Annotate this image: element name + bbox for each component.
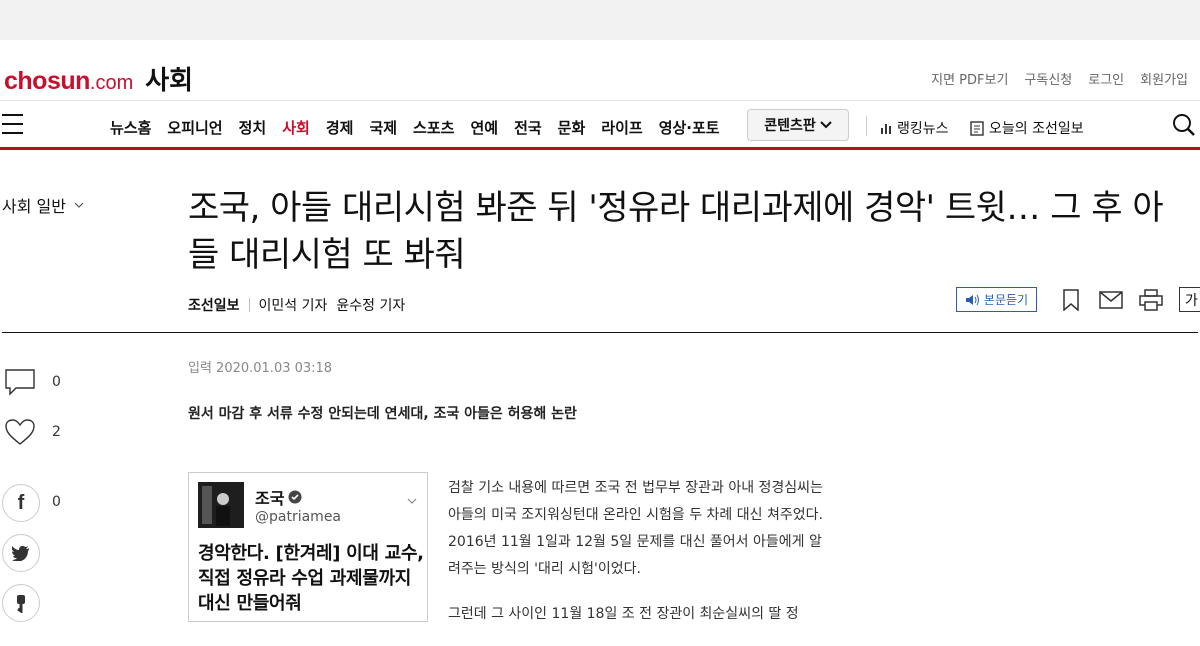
- menu-icon[interactable]: [2, 114, 23, 134]
- paper-name[interactable]: 조선일보: [188, 295, 240, 315]
- listen-button[interactable]: 본문듣기: [956, 287, 1037, 312]
- today-paper-link[interactable]: 오늘의 조선일보: [970, 118, 1084, 138]
- ranking-news-label: 랭킹뉴스: [897, 121, 949, 137]
- article-paragraph: 그런데 그 사이인 11월 18일 조 전 장관이 최순실씨의 딸 정: [448, 606, 799, 622]
- nav-item-politics[interactable]: 정치: [239, 117, 267, 138]
- email-button[interactable]: [1099, 288, 1123, 312]
- published-date: 입력 2020.01.03 03:18: [188, 361, 333, 376]
- speaker-icon: [965, 294, 979, 305]
- category-label: 사회 일반: [2, 197, 66, 216]
- tweet-avatar: [198, 482, 244, 528]
- site-logo[interactable]: chosun .com 사회: [4, 60, 193, 97]
- reporter-name[interactable]: 이민석 기자: [259, 295, 328, 315]
- nav-item-opinion[interactable]: 오피니언: [167, 117, 222, 138]
- util-link-pdf[interactable]: 지면 PDF보기: [931, 69, 1008, 88]
- util-link-login[interactable]: 로그인: [1088, 69, 1124, 88]
- ranking-news-link[interactable]: 랭킹뉴스: [880, 118, 949, 138]
- title-divider: [2, 332, 1198, 333]
- heart-icon: [5, 419, 35, 445]
- article-paragraph: 검찰 기소 내용에 따르면 조국 전 법무부 장관과 아내 정경심씨는 아들의 …: [448, 480, 823, 577]
- util-link-subscribe[interactable]: 구독신청: [1024, 69, 1072, 88]
- newspaper-icon: [970, 120, 984, 136]
- tweet-author: 조국: [255, 485, 302, 509]
- tweet-text: 경악한다. [한겨레] 이대 교수, 직접 정유라 수업 과제물까지 대신 만들…: [198, 543, 424, 614]
- mail-icon: [1099, 290, 1123, 309]
- nav-item-video-photo[interactable]: 영상·포토: [659, 117, 720, 138]
- like-count: 2: [52, 424, 61, 440]
- today-paper-label: 오늘의 조선일보: [989, 121, 1084, 137]
- utility-links: 지면 PDF보기 구독신청 로그인 회원가입: [931, 69, 1188, 88]
- content-board-button[interactable]: 콘텐츠판: [747, 109, 849, 141]
- nav-item-life[interactable]: 라이프: [601, 117, 642, 138]
- twitter-share-button[interactable]: [2, 534, 40, 572]
- tweet-handle: @patriamea: [255, 509, 342, 525]
- facebook-share-count: 0: [52, 494, 61, 510]
- search-button[interactable]: [1172, 113, 1196, 141]
- verified-icon: [288, 490, 302, 504]
- chevron-down-icon: [74, 202, 84, 208]
- like-button[interactable]: [4, 418, 36, 450]
- article-tools: 본문듣기 가: [956, 287, 1200, 312]
- tweet-author-name: 조국: [255, 489, 285, 508]
- top-gray-bar: [0, 0, 1200, 40]
- facebook-share-button[interactable]: f: [2, 484, 40, 522]
- chevron-down-icon: [407, 498, 417, 504]
- facebook-icon: f: [17, 491, 25, 514]
- print-button[interactable]: [1139, 288, 1163, 312]
- content-board-label: 콘텐츠판: [764, 118, 816, 134]
- logo-dotcom: .com: [89, 72, 134, 94]
- site-header: chosun .com 사회 지면 PDF보기 구독신청 로그인 회원가입: [0, 40, 1200, 100]
- nav-item-international[interactable]: 국제: [369, 117, 397, 138]
- bookmark-button[interactable]: [1059, 288, 1083, 312]
- nav-item-newshome[interactable]: 뉴스홈: [110, 117, 151, 138]
- nav-item-culture[interactable]: 문화: [558, 117, 586, 138]
- font-size-button[interactable]: 가: [1179, 287, 1200, 312]
- embedded-tweet[interactable]: 조국 @patriamea 경악한다. [한겨레] 이대 교수, 직접 정유라 …: [188, 472, 428, 622]
- article-subtitle: 원서 마감 후 서류 수정 안되는데 연세대, 조국 아들은 허용해 논란: [188, 406, 577, 422]
- nav-items: 뉴스홈 오피니언 정치 사회 경제 국제 스포츠 연예 전국 문화 라이프 영상…: [110, 117, 720, 138]
- article-body: 검찰 기소 내용에 따르면 조국 전 법무부 장관과 아내 정경심씨는 아들의 …: [448, 475, 833, 646]
- chevron-down-icon: [820, 121, 832, 129]
- nav-item-economy[interactable]: 경제: [326, 117, 354, 138]
- nav-item-national[interactable]: 전국: [514, 117, 542, 138]
- twitter-icon: [12, 545, 29, 561]
- comment-icon: [5, 369, 35, 396]
- bar-chart-icon: [881, 124, 891, 134]
- font-size-label: 가: [1185, 292, 1198, 309]
- util-link-signup[interactable]: 회원가입: [1140, 69, 1188, 88]
- kakao-story-icon: [17, 595, 25, 613]
- tweet-menu-button[interactable]: [407, 489, 417, 508]
- nav-item-sports[interactable]: 스포츠: [413, 117, 454, 138]
- category-dropdown[interactable]: 사회 일반: [2, 193, 84, 217]
- nav-item-society[interactable]: 사회: [282, 117, 310, 138]
- search-icon: [1173, 114, 1195, 136]
- article-title: 조국, 아들 대리시험 봐준 뒤 '정유라 대리과제에 경악' 트윗… 그 후 …: [188, 188, 1164, 275]
- bookmark-icon: [1063, 288, 1079, 311]
- nav-divider: [866, 116, 867, 136]
- comment-count: 0: [52, 374, 61, 390]
- main-nav: 뉴스홈 오피니언 정치 사회 경제 국제 스포츠 연예 전국 문화 라이프 영상…: [0, 100, 1200, 150]
- printer-icon: [1139, 288, 1163, 311]
- logo-brand: chosun: [4, 67, 90, 95]
- comment-button[interactable]: [4, 368, 36, 400]
- listen-label: 본문듣기: [983, 293, 1029, 307]
- byline-divider: [248, 298, 250, 312]
- kakao-story-share-button[interactable]: [2, 584, 40, 622]
- nav-item-entertainment[interactable]: 연예: [470, 117, 498, 138]
- section-title[interactable]: 사회: [145, 60, 193, 97]
- byline: 조선일보 이민석 기자 윤수정 기자: [188, 295, 414, 315]
- reporter-name[interactable]: 윤수정 기자: [336, 295, 405, 315]
